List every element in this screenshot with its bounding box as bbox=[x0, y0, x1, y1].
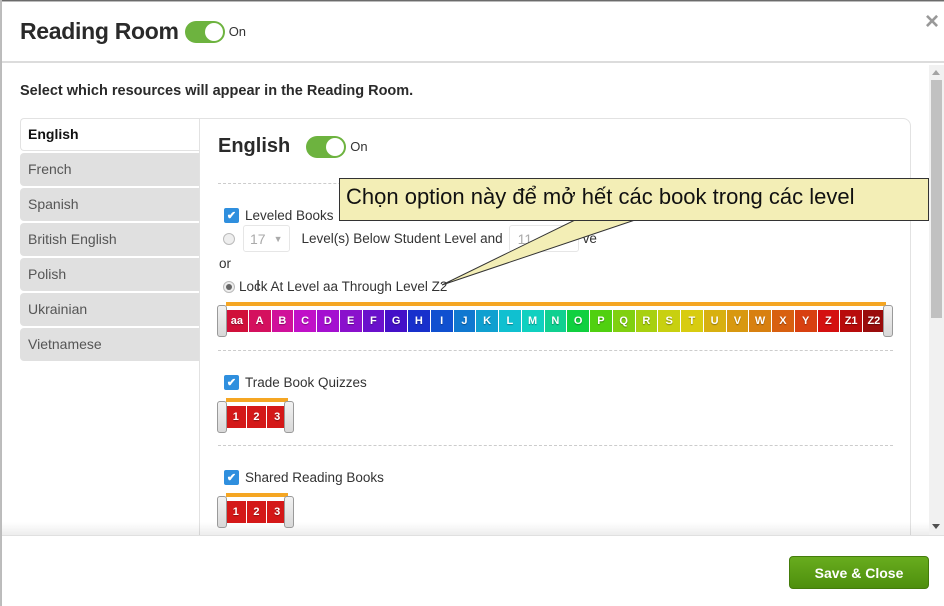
callout-pointer-shape bbox=[441, 219, 636, 286]
text-cursor-icon: I bbox=[256, 277, 261, 294]
callout-pointer bbox=[441, 219, 636, 286]
annotation-callout: Chọn option này để mở hết các book trong… bbox=[339, 178, 929, 221]
